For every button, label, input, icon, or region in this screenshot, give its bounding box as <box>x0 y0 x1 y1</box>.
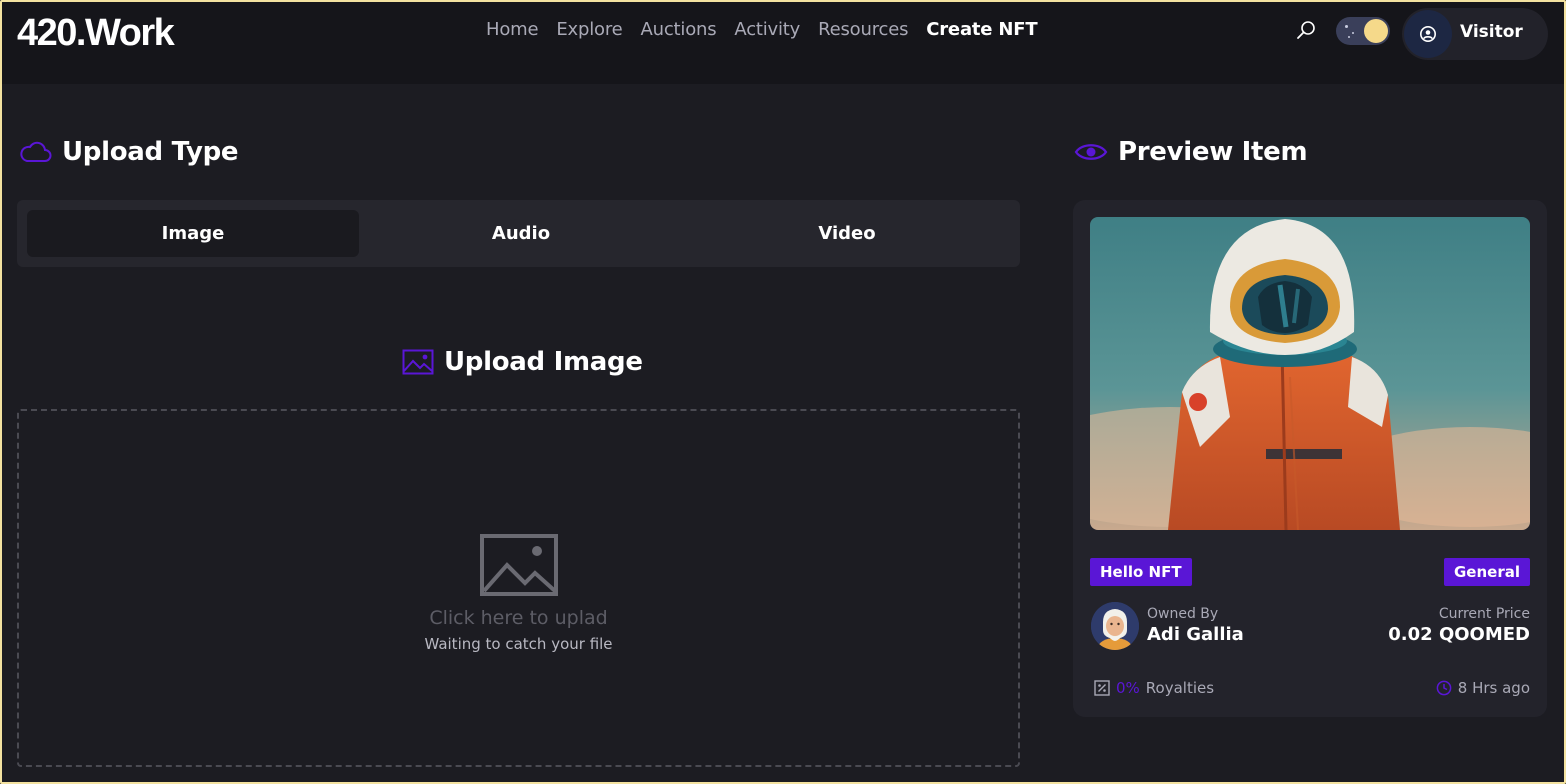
upload-type-tabs: Image Audio Video <box>17 200 1020 267</box>
tab-video[interactable]: Video <box>685 210 1009 257</box>
tab-audio[interactable]: Audio <box>359 210 683 257</box>
nav-home[interactable]: Home <box>486 19 539 40</box>
star-dot <box>1348 36 1350 38</box>
preview-heading: Preview Item <box>1074 137 1308 167</box>
nft-preview-image[interactable] <box>1090 217 1530 530</box>
upload-type-title: Upload Type <box>62 137 239 167</box>
dropzone-status: Waiting to catch your file <box>424 635 613 653</box>
site-logo[interactable]: 420.Work <box>17 12 175 55</box>
percent-icon <box>1094 680 1110 696</box>
upload-type-heading: Upload Type <box>18 137 239 167</box>
nav-auctions[interactable]: Auctions <box>641 19 717 40</box>
listing-time: 8 Hrs ago <box>1436 679 1530 697</box>
royalty-label: Royalties <box>1145 679 1215 697</box>
owner-avatar[interactable] <box>1091 602 1139 650</box>
nav-activity[interactable]: Activity <box>734 19 800 40</box>
nav-resources[interactable]: Resources <box>818 19 908 40</box>
nav-create-nft[interactable]: Create NFT <box>926 19 1037 40</box>
cloud-icon <box>20 141 52 162</box>
royalties-info: 0% Royalties <box>1094 679 1214 697</box>
royalty-percent: 0% <box>1116 679 1140 697</box>
price-label: Current Price <box>1438 606 1530 622</box>
upload-image-title: Upload Image <box>444 347 643 377</box>
price-value: 0.02 QOOMED <box>1388 624 1530 645</box>
theme-toggle[interactable] <box>1336 17 1390 45</box>
image-icon <box>402 349 434 375</box>
tab-image[interactable]: Image <box>27 210 359 257</box>
user-menu-button[interactable]: Visitor <box>1402 8 1548 60</box>
dropzone-prompt: Click here to uplad <box>429 607 608 629</box>
upload-image-heading: Upload Image <box>402 347 643 377</box>
eye-icon <box>1074 144 1108 160</box>
search-icon[interactable] <box>1295 19 1317 41</box>
nav-explore[interactable]: Explore <box>556 19 622 40</box>
user-label: Visitor <box>1460 22 1523 42</box>
owner-name[interactable]: Adi Gallia <box>1147 624 1244 645</box>
nft-name-tag[interactable]: Hello NFT <box>1090 558 1192 586</box>
star-dot <box>1345 25 1348 28</box>
nft-preview-card: Hello NFT General Owned By Adi Gallia Cu… <box>1073 200 1547 717</box>
time-ago: 8 Hrs ago <box>1457 679 1530 697</box>
user-circle-icon <box>1404 10 1452 58</box>
star-dot <box>1352 32 1354 34</box>
main-nav: Home Explore Auctions Activity Resources… <box>486 19 1038 40</box>
owner-label: Owned By <box>1147 606 1219 622</box>
preview-title: Preview Item <box>1118 137 1308 167</box>
category-tag[interactable]: General <box>1444 558 1530 586</box>
file-dropzone[interactable]: Click here to uplad Waiting to catch you… <box>17 409 1020 767</box>
moon-icon <box>1364 19 1388 43</box>
clock-icon <box>1436 680 1452 696</box>
top-navbar: 420.Work Home Explore Auctions Activity … <box>2 2 1564 84</box>
image-placeholder-icon <box>480 534 558 596</box>
